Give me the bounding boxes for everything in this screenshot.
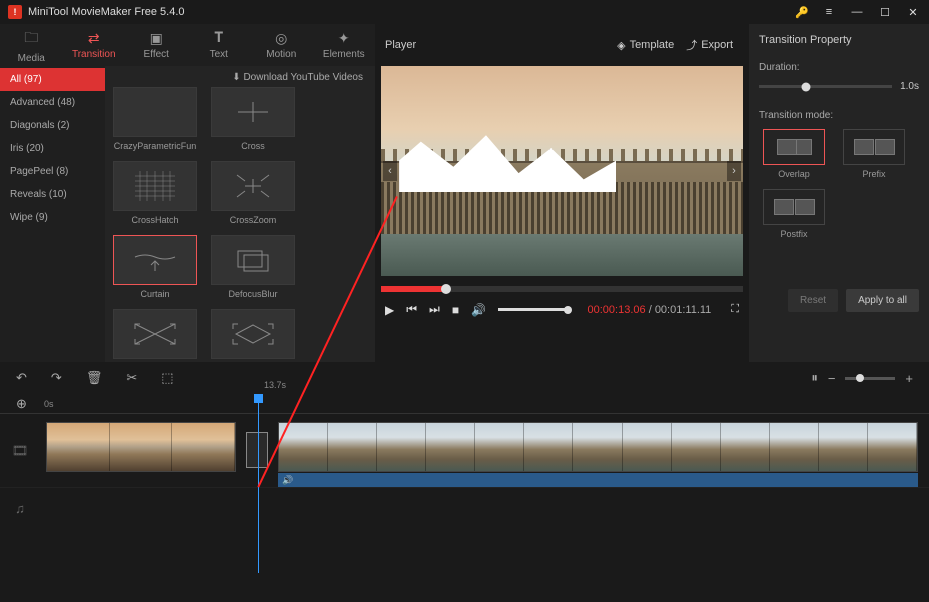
template-button[interactable]: ◈Template: [611, 35, 680, 56]
transition-item[interactable]: CrazyParametricFun: [111, 87, 199, 151]
sparkle-icon: ✦: [338, 30, 350, 47]
prev-clip-button[interactable]: ‹: [383, 161, 397, 181]
menu-icon[interactable]: ≡: [821, 4, 837, 20]
swap-icon: ⇄: [88, 30, 100, 47]
zoom-slider[interactable]: [845, 377, 895, 380]
timeline-ruler[interactable]: ⊕ 0s 13.7s: [0, 394, 929, 414]
time-display: 00:00:13.06 / 00:01:11.11: [588, 304, 712, 316]
transition-item[interactable]: Curtain: [111, 235, 199, 299]
transition-item[interactable]: DefocusBlur: [209, 235, 297, 299]
download-youtube-link[interactable]: ⬇ Download YouTube Videos: [232, 72, 363, 83]
next-clip-button[interactable]: ›: [727, 161, 741, 181]
duration-slider[interactable]: [759, 85, 892, 88]
duration-label: Duration:: [759, 62, 919, 73]
video-track-icon: 🎞: [0, 443, 40, 459]
key-icon[interactable]: 🔑: [795, 6, 809, 19]
tab-motion[interactable]: ◎Motion: [250, 24, 313, 66]
music-track[interactable]: ♫: [0, 488, 929, 528]
close-button[interactable]: ✕: [905, 4, 921, 20]
tab-elements[interactable]: ✦Elements: [313, 24, 376, 66]
text-icon: 𝐓: [214, 31, 223, 47]
transition-gallery: ⬇ Download YouTube Videos CrazyParametri…: [105, 66, 375, 362]
tab-transition[interactable]: ⇄Transition: [63, 24, 126, 66]
target-icon: ◎: [275, 30, 287, 47]
video-preview[interactable]: ‹ ›: [381, 66, 743, 276]
transition-item[interactable]: DiagonalCrossOut: [111, 309, 199, 362]
tab-text[interactable]: 𝐓Text: [188, 24, 251, 66]
timeline: ↶ ↷ 🗑 ✂ ⬚ ⏸ − + ⊕ 0s 13.7s 🎞: [0, 362, 929, 602]
video-track[interactable]: 🎞 🔊: [0, 414, 929, 488]
category-diagonals[interactable]: Diagonals (2): [0, 114, 105, 137]
audio-strip[interactable]: 🔊: [278, 473, 918, 487]
zoom-out-button[interactable]: −: [828, 371, 836, 386]
video-clip[interactable]: [46, 422, 236, 472]
transition-item[interactable]: CrossZoom: [209, 161, 297, 225]
transition-marker[interactable]: [246, 432, 268, 468]
player-title: Player: [385, 39, 611, 51]
app-title: MiniTool MovieMaker Free 5.4.0: [28, 6, 795, 18]
category-all[interactable]: All (97): [0, 68, 105, 91]
mode-label: Transition mode:: [759, 110, 919, 121]
transition-item[interactable]: Diamond1: [209, 309, 297, 362]
transition-properties: Transition Property Duration: 1.0s Trans…: [749, 24, 929, 362]
mode-overlap[interactable]: Overlap: [759, 129, 829, 179]
add-track-button[interactable]: ⊕: [16, 396, 27, 412]
timeline-toolbar: ↶ ↷ 🗑 ✂ ⬚ ⏸ − +: [0, 362, 929, 394]
square-icon: ▣: [150, 30, 163, 47]
split-button[interactable]: ✂: [126, 370, 137, 386]
music-track-icon: ♫: [0, 501, 40, 516]
titlebar: ! MiniTool MovieMaker Free 5.4.0 🔑 ≡ — ☐…: [0, 0, 929, 24]
template-icon: ◈: [617, 39, 625, 52]
speaker-icon: 🔊: [282, 475, 293, 486]
prev-frame-button[interactable]: ⏮: [406, 302, 417, 317]
reset-button[interactable]: Reset: [788, 289, 838, 312]
volume-icon[interactable]: 🔊: [471, 303, 486, 317]
apply-all-button[interactable]: Apply to all: [846, 289, 919, 312]
category-reveals[interactable]: Reveals (10): [0, 183, 105, 206]
category-wipe[interactable]: Wipe (9): [0, 206, 105, 229]
folder-icon: 🗀: [24, 27, 38, 51]
video-clip[interactable]: [278, 422, 918, 472]
library-tabs: 🗀Media ⇄Transition ▣Effect 𝐓Text ◎Motion…: [0, 24, 375, 66]
volume-slider[interactable]: [498, 308, 568, 311]
player-panel: Player ◈Template ⤴Export ‹ › ▶ ⏮ ⏭ ■ 🔊 0…: [375, 24, 749, 362]
category-list: All (97) Advanced (48) Diagonals (2) Iri…: [0, 66, 105, 362]
tracks-area[interactable]: 🎞 🔊 ♫: [0, 414, 929, 602]
transition-item[interactable]: Cross: [209, 87, 297, 151]
zoom-in-button[interactable]: +: [905, 371, 913, 386]
tab-effect[interactable]: ▣Effect: [125, 24, 188, 66]
category-iris[interactable]: Iris (20): [0, 137, 105, 160]
export-icon: ⤴: [686, 37, 697, 53]
player-progress[interactable]: [381, 286, 743, 292]
category-pagepeel[interactable]: PagePeel (8): [0, 160, 105, 183]
snap-icon[interactable]: ⏸: [811, 370, 818, 386]
redo-button[interactable]: ↷: [51, 370, 62, 386]
maximize-button[interactable]: ☐: [877, 4, 893, 20]
playhead[interactable]: 13.7s: [258, 394, 259, 573]
player-controls: ▶ ⏮ ⏭ ■ 🔊 00:00:13.06 / 00:01:11.11 ⛶: [381, 292, 743, 327]
crop-button[interactable]: ⬚: [161, 370, 173, 386]
transition-item[interactable]: CrossHatch: [111, 161, 199, 225]
stop-button[interactable]: ■: [452, 303, 459, 317]
app-logo: !: [8, 5, 22, 19]
fullscreen-button[interactable]: ⛶: [731, 303, 739, 316]
props-title: Transition Property: [759, 34, 919, 46]
delete-button[interactable]: 🗑: [86, 370, 103, 386]
duration-value: 1.0s: [900, 81, 919, 92]
export-button[interactable]: ⤴Export: [680, 33, 739, 57]
mode-postfix[interactable]: Postfix: [759, 189, 829, 239]
undo-button[interactable]: ↶: [16, 370, 27, 386]
category-advanced[interactable]: Advanced (48): [0, 91, 105, 114]
tab-media[interactable]: 🗀Media: [0, 24, 63, 66]
play-button[interactable]: ▶: [385, 303, 394, 317]
library-panel: 🗀Media ⇄Transition ▣Effect 𝐓Text ◎Motion…: [0, 24, 375, 362]
next-frame-button[interactable]: ⏭: [429, 302, 440, 317]
minimize-button[interactable]: —: [849, 4, 865, 20]
mode-prefix[interactable]: Prefix: [839, 129, 909, 179]
